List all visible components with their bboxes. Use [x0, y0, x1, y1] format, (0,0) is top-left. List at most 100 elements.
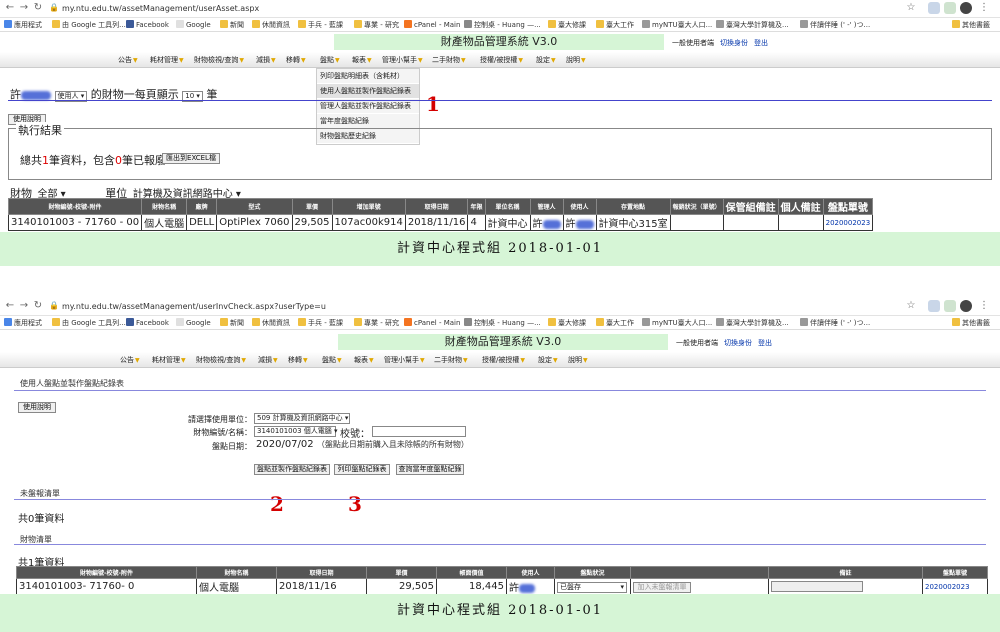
bookmark-apps[interactable]: 應用程式	[4, 19, 42, 31]
bookmark[interactable]: 新聞	[220, 19, 244, 31]
bookmark[interactable]: 專業 - 研究	[354, 19, 399, 31]
menu-reports[interactable]: 報表▼	[354, 355, 374, 365]
switch-identity-link[interactable]: 切換身份	[720, 39, 748, 47]
menu-second-hand[interactable]: 二手財物▼	[432, 55, 466, 65]
menu-reduction[interactable]: 減損▼	[258, 355, 278, 365]
menu-transfer[interactable]: 移轉▼	[288, 355, 308, 365]
divider	[8, 100, 992, 101]
bookmark[interactable]: cPanel - Main	[404, 19, 460, 31]
menu-inventory[interactable]: 盤點▼	[322, 355, 342, 365]
menu-dots-icon[interactable]: ⋮	[978, 2, 990, 14]
bookmark[interactable]: 休閒資訊	[252, 317, 290, 329]
menu-consumables[interactable]: 耗材管理▼	[150, 55, 184, 65]
bookmark-apps[interactable]: 應用程式	[4, 317, 42, 329]
url-field[interactable]: my.ntu.edu.tw/assetManagement/userAsset.…	[62, 3, 259, 15]
bookmark[interactable]: Facebook	[126, 317, 169, 329]
extension-icon[interactable]	[944, 300, 956, 312]
bookmark[interactable]: 臺大修課	[548, 19, 586, 31]
bookmark[interactable]: 手兵 - 藍課	[298, 19, 343, 31]
reload-icon[interactable]: ↻	[32, 2, 44, 14]
menu-dots-icon[interactable]: ⋮	[978, 300, 990, 312]
bookmark[interactable]: 臺大工作	[596, 19, 634, 31]
dropdown-item-current-year[interactable]: 當年度盤點紀錄	[317, 114, 419, 129]
bookmark[interactable]: 休閒資訊	[252, 19, 290, 31]
column-header: 盤點單號	[922, 566, 988, 579]
divider	[14, 390, 986, 391]
extension-icon[interactable]	[944, 2, 956, 14]
query-current-year-button[interactable]: 查詢當年度盤點紀錄	[396, 464, 464, 475]
cell-inventory-no[interactable]: 2020002023	[922, 578, 988, 595]
forward-icon[interactable]: →	[18, 2, 30, 14]
cell-years: 4	[467, 214, 486, 231]
avatar[interactable]	[960, 300, 972, 312]
dropdown-item-manager-inventory[interactable]: 管理人盤點並製作盤點紀錄表	[317, 99, 419, 114]
menu-transfer[interactable]: 移轉▼	[286, 55, 306, 65]
avatar[interactable]	[960, 2, 972, 14]
forward-icon[interactable]: →	[18, 300, 30, 312]
bookmark[interactable]: 臺灣大學計算機及...	[716, 19, 789, 31]
bookmark[interactable]: 由 Google 工具列...	[52, 19, 126, 31]
menu-authorization[interactable]: 授權/被授權▼	[482, 355, 525, 365]
menu-helper[interactable]: 管理小幫手▼	[382, 55, 423, 65]
help-button[interactable]: 使用說明	[18, 402, 56, 413]
menu-help[interactable]: 說明▼	[566, 55, 586, 65]
bookmark[interactable]: 伴讀伴睡 (' -' )つ...	[800, 317, 870, 329]
bookmark[interactable]: Facebook	[126, 19, 169, 31]
bookmark-other[interactable]: 其他書籤	[952, 317, 990, 329]
menu-second-hand[interactable]: 二手財物▼	[434, 355, 468, 365]
bookmark-other[interactable]: 其他書籤	[952, 19, 990, 31]
menu-asset-query[interactable]: 財物檢視/查詢▼	[196, 355, 246, 365]
bookmark[interactable]: myNTU臺大人口...	[642, 19, 712, 31]
school-no-input[interactable]	[372, 426, 466, 437]
annotation-2: 2	[270, 492, 284, 516]
logout-link[interactable]: 登出	[754, 39, 768, 47]
menu-announcements[interactable]: 公告▼	[120, 355, 140, 365]
bookmark[interactable]: 臺大工作	[596, 317, 634, 329]
bookmark[interactable]: 手兵 - 藍課	[298, 317, 343, 329]
asset-select[interactable]: 3140101003 個人電腦 ▾	[254, 426, 338, 437]
menu-reports[interactable]: 報表▼	[352, 55, 372, 65]
unit-select[interactable]: 509 計算機及資訊網路中心 ▾	[254, 413, 350, 424]
logout-link[interactable]: 登出	[758, 339, 772, 347]
print-inventory-button[interactable]: 列印盤點紀錄表	[334, 464, 390, 475]
bookmark[interactable]: 新聞	[220, 317, 244, 329]
bookmark[interactable]: 專業 - 研究	[354, 317, 399, 329]
menu-inventory[interactable]: 盤點▼	[320, 55, 340, 65]
back-icon[interactable]: ←	[4, 300, 16, 312]
menu-settings[interactable]: 設定▼	[538, 355, 558, 365]
switch-identity-link[interactable]: 切換身份	[724, 339, 752, 347]
menu-authorization[interactable]: 授權/被授權▼	[480, 55, 523, 65]
dropdown-item-user-inventory[interactable]: 使用人盤點並製作盤點紀錄表	[317, 84, 419, 99]
star-icon[interactable]: ☆	[905, 300, 917, 312]
star-icon[interactable]: ☆	[905, 2, 917, 14]
bookmark[interactable]: 由 Google 工具列...	[52, 317, 126, 329]
menu-announcements[interactable]: 公告▼	[118, 55, 138, 65]
bookmark[interactable]: 控制桌 - Huang —...	[464, 317, 541, 329]
bookmark[interactable]: cPanel - Main	[404, 317, 460, 329]
url-field[interactable]: my.ntu.edu.tw/assetManagement/userInvChe…	[62, 301, 326, 313]
menu-reduction[interactable]: 減損▼	[256, 55, 276, 65]
make-inventory-button[interactable]: 盤點並製作盤點紀錄表	[254, 464, 330, 475]
extension-icon[interactable]	[928, 300, 940, 312]
bookmark[interactable]: 臺灣大學計算機及...	[716, 317, 789, 329]
export-excel-button[interactable]: 匯出到EXCEL檔	[162, 153, 220, 164]
menu-consumables[interactable]: 耗材管理▼	[152, 355, 186, 365]
cell-inventory-no[interactable]: 2020002023	[822, 214, 874, 231]
reload-icon[interactable]: ↻	[32, 300, 44, 312]
add-unchecked-button[interactable]: 加入未盤報清單	[633, 581, 691, 593]
note-input[interactable]	[771, 580, 863, 592]
menu-asset-query[interactable]: 財物檢視/查詢▼	[194, 55, 244, 65]
status-select[interactable]: 已盤存 ▾	[557, 581, 627, 593]
bookmark[interactable]: Google	[176, 317, 211, 329]
bookmark[interactable]: 伴讀伴睡 (' -' )つ...	[800, 19, 870, 31]
extension-icon[interactable]	[928, 2, 940, 14]
bookmark[interactable]: 控制桌 - Huang —...	[464, 19, 541, 31]
bookmark[interactable]: Google	[176, 19, 211, 31]
bookmark[interactable]: 臺大修課	[548, 317, 586, 329]
menu-settings[interactable]: 設定▼	[536, 55, 556, 65]
back-icon[interactable]: ←	[4, 2, 16, 14]
bookmark[interactable]: myNTU臺大人口...	[642, 317, 712, 329]
menu-help[interactable]: 說明▼	[568, 355, 588, 365]
dropdown-item-print-detail[interactable]: 列印盤點明細表（含耗材）	[317, 69, 419, 84]
menu-helper[interactable]: 管理小幫手▼	[384, 355, 425, 365]
